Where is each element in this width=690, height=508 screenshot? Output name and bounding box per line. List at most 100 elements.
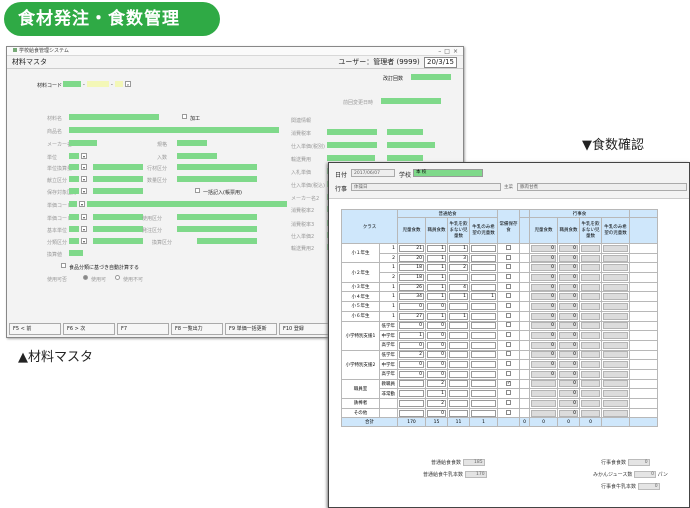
event-input[interactable]: 0 bbox=[531, 322, 556, 330]
event-cell[interactable]: 0 bbox=[557, 281, 580, 293]
storage-checkbox[interactable] bbox=[506, 390, 511, 396]
event-input[interactable] bbox=[531, 399, 556, 407]
count-cell[interactable]: 26 bbox=[397, 281, 426, 293]
count-input[interactable] bbox=[399, 409, 424, 417]
event-cell[interactable] bbox=[579, 349, 602, 361]
storage-cell[interactable] bbox=[497, 339, 520, 351]
count-input[interactable]: 2 bbox=[399, 351, 424, 359]
count-input[interactable]: 20 bbox=[399, 254, 424, 262]
event-cell[interactable]: 0 bbox=[557, 407, 580, 419]
count-cell[interactable]: 3 bbox=[447, 252, 470, 264]
storage-cell[interactable] bbox=[497, 281, 520, 293]
count-cell[interactable]: 0 bbox=[397, 320, 426, 332]
event-cell[interactable] bbox=[579, 330, 602, 341]
event-input[interactable]: 0 bbox=[531, 244, 556, 252]
count-cell[interactable]: 0 bbox=[397, 368, 426, 380]
count-input[interactable] bbox=[449, 332, 468, 340]
count-input[interactable]: 18 bbox=[399, 273, 424, 281]
chevron-down-icon[interactable]: ▾ bbox=[81, 164, 87, 170]
count-input[interactable] bbox=[471, 283, 496, 291]
chk2-checkbox[interactable] bbox=[195, 188, 200, 193]
count-input[interactable]: 0 bbox=[399, 341, 424, 349]
event-input[interactable] bbox=[603, 293, 628, 301]
count-input[interactable] bbox=[471, 254, 496, 262]
event-cell[interactable] bbox=[579, 359, 602, 370]
count-input[interactable]: 1 bbox=[471, 293, 496, 301]
count-input[interactable]: 1 bbox=[427, 283, 446, 291]
count-input[interactable]: 1 bbox=[427, 390, 446, 398]
count-input[interactable] bbox=[399, 380, 424, 388]
fkey-0-button[interactable]: F5 < 前 bbox=[9, 323, 61, 335]
count-cell[interactable]: 1 bbox=[425, 291, 448, 303]
event-input[interactable]: 0 bbox=[531, 370, 556, 378]
count-cell[interactable] bbox=[469, 243, 498, 254]
event-cell[interactable] bbox=[601, 320, 630, 332]
count-cell[interactable] bbox=[469, 339, 498, 351]
count-input[interactable]: 0 bbox=[427, 361, 446, 369]
count-cell[interactable]: 0 bbox=[425, 407, 448, 419]
event-input[interactable]: 0 bbox=[559, 399, 578, 407]
event-cell[interactable] bbox=[579, 281, 602, 293]
label-9-field-0[interactable] bbox=[69, 226, 79, 232]
count-input[interactable]: 0 bbox=[427, 409, 446, 417]
event-cell[interactable]: 0 bbox=[529, 349, 558, 361]
event-input[interactable] bbox=[581, 293, 600, 301]
event-cell[interactable] bbox=[601, 281, 630, 293]
storage-cell[interactable] bbox=[497, 368, 520, 380]
storage-checkbox[interactable] bbox=[506, 273, 511, 279]
right-field-3[interactable] bbox=[177, 176, 257, 182]
event-input[interactable] bbox=[581, 399, 600, 407]
radio-unusable[interactable] bbox=[115, 275, 120, 280]
count-cell[interactable]: 0 bbox=[425, 368, 448, 380]
event-cell[interactable] bbox=[579, 378, 602, 390]
event-input[interactable] bbox=[603, 322, 628, 330]
event-input[interactable]: 0 bbox=[559, 273, 578, 281]
count-input[interactable]: 0 bbox=[399, 361, 424, 369]
count-input[interactable]: 1 bbox=[427, 293, 446, 301]
chk-checkbox[interactable] bbox=[182, 114, 187, 119]
count-cell[interactable]: 1 bbox=[425, 281, 448, 293]
label-5-field-2[interactable] bbox=[93, 176, 143, 182]
event-input[interactable]: 0 bbox=[531, 264, 556, 272]
storage-checkbox[interactable] bbox=[506, 351, 511, 357]
count-input[interactable] bbox=[471, 341, 496, 349]
right-field-1[interactable] bbox=[177, 153, 217, 159]
count-input[interactable]: 1 bbox=[449, 244, 468, 252]
event-cell[interactable]: 0 bbox=[529, 252, 558, 264]
count-input[interactable] bbox=[449, 302, 468, 310]
storage-checkbox[interactable] bbox=[506, 341, 511, 347]
event-input[interactable] bbox=[581, 273, 600, 281]
event-input[interactable]: 0 bbox=[559, 380, 578, 388]
panel-field-3[interactable] bbox=[327, 155, 375, 161]
event-cell[interactable] bbox=[579, 407, 602, 419]
count-cell[interactable] bbox=[469, 301, 498, 312]
count-input[interactable]: 1 bbox=[449, 293, 468, 301]
event-input[interactable]: 0 bbox=[531, 351, 556, 359]
event-cell[interactable]: 0 bbox=[557, 339, 580, 351]
count-cell[interactable] bbox=[469, 320, 498, 332]
event-input[interactable] bbox=[581, 341, 600, 349]
count-input[interactable]: 26 bbox=[399, 283, 424, 291]
count-input[interactable] bbox=[471, 273, 496, 281]
event-input[interactable]: 0 bbox=[531, 273, 556, 281]
event-input[interactable] bbox=[581, 351, 600, 359]
storage-cell[interactable] bbox=[497, 272, 520, 283]
storage-cell[interactable] bbox=[497, 301, 520, 312]
event-cell[interactable] bbox=[579, 301, 602, 312]
event-cell[interactable]: 0 bbox=[529, 359, 558, 370]
event-cell[interactable] bbox=[579, 388, 602, 399]
count-cell[interactable] bbox=[469, 272, 498, 283]
event-input[interactable] bbox=[603, 302, 628, 310]
event-input[interactable]: 0 bbox=[531, 302, 556, 310]
count-cell[interactable] bbox=[447, 398, 470, 409]
count-cell[interactable] bbox=[397, 378, 426, 390]
label-8-field-0[interactable] bbox=[69, 214, 79, 220]
event-input[interactable]: 0 bbox=[559, 332, 578, 340]
event-input[interactable]: 0 bbox=[559, 254, 578, 262]
storage-cell[interactable] bbox=[497, 252, 520, 264]
count-cell[interactable]: 1 bbox=[425, 252, 448, 264]
event-input[interactable] bbox=[531, 409, 556, 417]
event-input[interactable]: 0 bbox=[531, 332, 556, 340]
count-input[interactable] bbox=[449, 409, 468, 417]
count-cell[interactable] bbox=[397, 407, 426, 419]
